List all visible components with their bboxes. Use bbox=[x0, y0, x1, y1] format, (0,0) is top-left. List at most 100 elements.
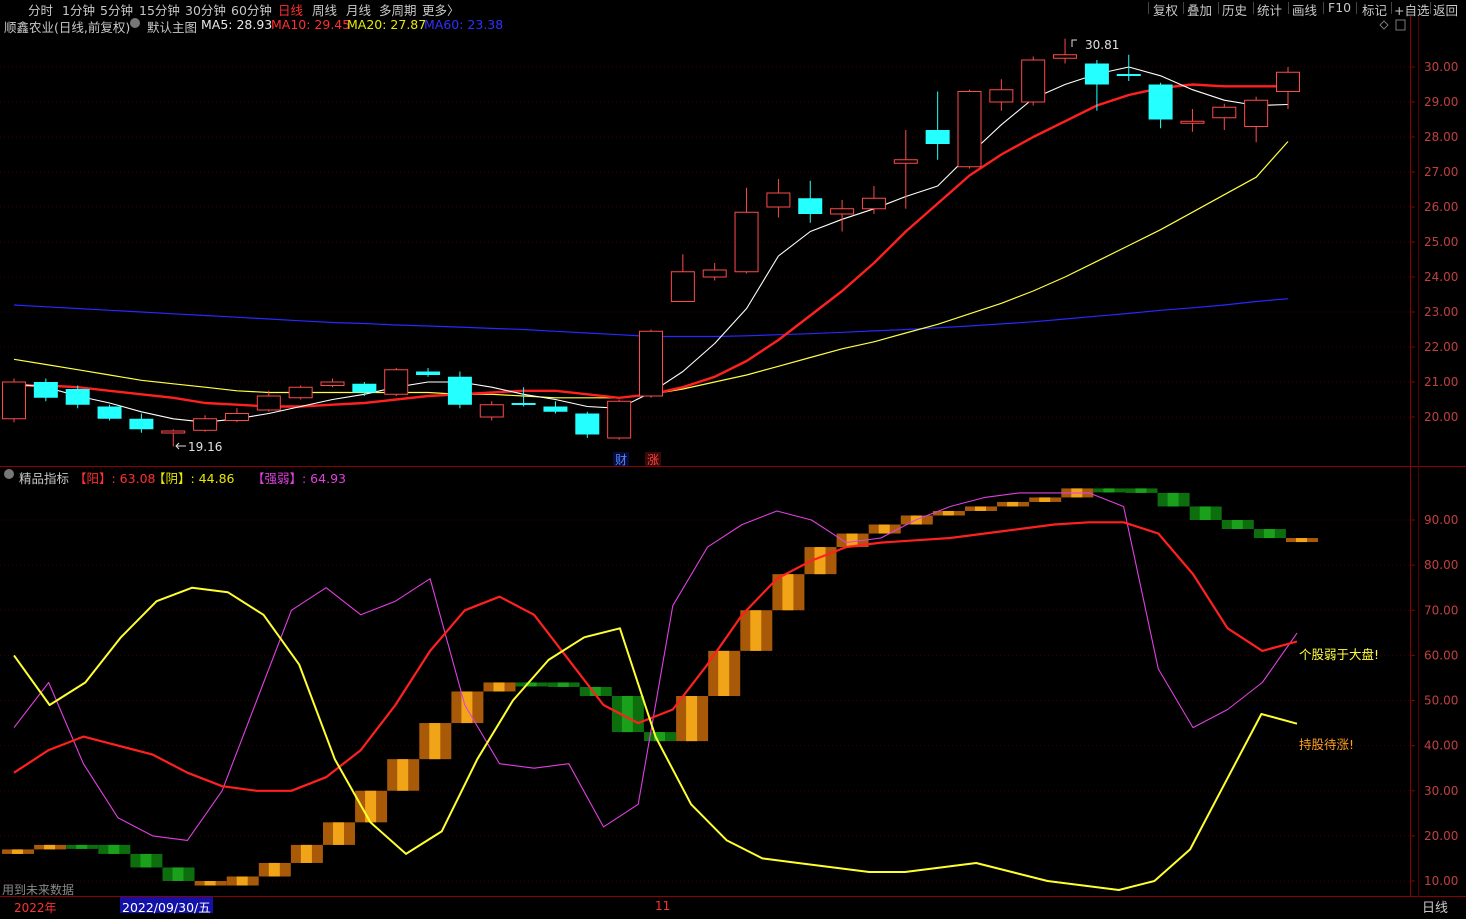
y-tick-label: 70.00 bbox=[1424, 603, 1458, 617]
block-up-highlight bbox=[268, 862, 280, 877]
y-tick-label: 28.00 bbox=[1424, 130, 1458, 144]
block-up-highlight bbox=[814, 547, 826, 575]
candle-body-up bbox=[1276, 71, 1300, 92]
candle-body-up bbox=[639, 330, 663, 397]
y-tick-label: 23.00 bbox=[1424, 305, 1458, 319]
block-up-highlight bbox=[718, 650, 730, 696]
block-up-highlight bbox=[204, 881, 216, 886]
period-indicator[interactable]: 日线 bbox=[1422, 897, 1448, 916]
block-down-highlight bbox=[1135, 488, 1147, 493]
candle-body-up bbox=[957, 91, 982, 168]
candle-body-up bbox=[288, 386, 313, 399]
block-up-highlight bbox=[236, 876, 248, 886]
candle-body-down bbox=[1148, 84, 1173, 120]
block-up-highlight bbox=[975, 506, 986, 511]
candle-body-up bbox=[893, 159, 918, 164]
chart-canvas[interactable]: 30.00 29.00 28.00 27.00 26.00 25.00 24.00 23.00… bbox=[0, 0, 1466, 919]
y-tick-label: 29.00 bbox=[1424, 95, 1458, 109]
block-down-highlight bbox=[557, 682, 569, 687]
candle-body-down bbox=[575, 413, 600, 435]
y-tick-label: 50.00 bbox=[1424, 694, 1458, 708]
candle-body-down bbox=[925, 130, 950, 144]
block-up-highlight bbox=[12, 849, 23, 854]
y-tick-label: 30.00 bbox=[1424, 60, 1458, 74]
y-tick-label: 40.00 bbox=[1424, 739, 1458, 753]
low-arrow-icon bbox=[175, 442, 186, 450]
qiangruo-line bbox=[13, 492, 1298, 841]
block-up-highlight bbox=[942, 510, 954, 516]
candle-body-up bbox=[670, 271, 695, 302]
candle-body-down bbox=[447, 376, 472, 405]
candle-body-up bbox=[1021, 59, 1046, 103]
y-tick-label: 30.00 bbox=[1424, 784, 1458, 798]
candle-body-up bbox=[2, 381, 26, 420]
candle-body-up bbox=[256, 395, 281, 411]
candle-body-up bbox=[702, 269, 727, 278]
candle-body-down bbox=[543, 406, 568, 412]
block-up-highlight bbox=[44, 844, 56, 850]
candle-body-up bbox=[1244, 99, 1269, 127]
candle-body-down bbox=[416, 371, 441, 375]
block-down-highlight bbox=[108, 844, 120, 854]
candle-body-down bbox=[1116, 74, 1141, 76]
year-label: 2022年 bbox=[14, 901, 57, 915]
finance-marker[interactable]: 财 bbox=[615, 453, 627, 467]
month-label: 11 bbox=[655, 899, 671, 913]
candle-body-up bbox=[766, 192, 791, 208]
block-up-highlight bbox=[782, 574, 794, 611]
candle-body-up bbox=[384, 369, 409, 395]
candle-body-down bbox=[352, 383, 377, 393]
candle-body-up bbox=[193, 418, 218, 431]
block-down-highlight bbox=[1103, 488, 1115, 493]
block-up-highlight bbox=[461, 691, 473, 724]
block-up-highlight bbox=[397, 759, 409, 791]
candle-body-down bbox=[65, 389, 90, 405]
candle-body-down bbox=[511, 403, 536, 405]
block-down-highlight bbox=[1263, 529, 1275, 539]
candle-body-up bbox=[734, 211, 759, 273]
cursor-date-label: 2022/09/30/五 bbox=[120, 897, 213, 915]
candle-body-up bbox=[830, 208, 855, 215]
block-down-highlight bbox=[1199, 506, 1211, 520]
y-tick-label: 20.00 bbox=[1424, 410, 1458, 424]
limit-up-marker[interactable]: 涨 bbox=[647, 452, 659, 467]
y-tick-label: 22.00 bbox=[1424, 340, 1458, 354]
candle-body-down bbox=[129, 418, 154, 430]
candle-body-up bbox=[161, 430, 186, 434]
block-up-highlight bbox=[333, 822, 344, 845]
candle-body-up bbox=[861, 197, 886, 210]
candle-body-up bbox=[989, 89, 1014, 103]
block-up-highlight bbox=[493, 682, 505, 692]
block-up-highlight bbox=[1039, 497, 1051, 502]
candle-body-down bbox=[33, 382, 58, 398]
block-down-highlight bbox=[1167, 492, 1179, 507]
y-tick-label: 80.00 bbox=[1424, 558, 1458, 572]
y-tick-label: 10.00 bbox=[1424, 874, 1458, 888]
block-up-highlight bbox=[429, 723, 441, 760]
block-up-highlight bbox=[686, 695, 698, 742]
window-resize-icon[interactable] bbox=[1395, 19, 1406, 31]
time-axis-footer: 2022年 2022/09/30/五 11 日线 bbox=[0, 897, 1466, 919]
yang-line bbox=[13, 521, 1298, 792]
hold-note: 持股待涨! bbox=[1299, 737, 1354, 752]
candle-body-down bbox=[798, 198, 823, 214]
low-price-label: 19.16 bbox=[188, 440, 222, 454]
future-data-note: 用到未来数据 bbox=[2, 883, 75, 897]
candle-body-down bbox=[1084, 63, 1109, 85]
y-tick-label: 20.00 bbox=[1424, 829, 1458, 843]
candle-body-up bbox=[607, 400, 632, 439]
candle-body-up bbox=[1212, 106, 1237, 119]
block-up-highlight bbox=[300, 844, 312, 863]
high-arrow-icon bbox=[1071, 39, 1077, 47]
diamond-icon[interactable] bbox=[1379, 20, 1389, 30]
block-up-highlight bbox=[878, 524, 890, 534]
block-down-highlight bbox=[76, 844, 88, 849]
y-tick-label: 25.00 bbox=[1424, 235, 1458, 249]
y-tick-label: 27.00 bbox=[1424, 165, 1458, 179]
block-down-highlight bbox=[1231, 520, 1243, 530]
candle-body-down bbox=[97, 406, 122, 419]
block-down-highlight bbox=[621, 695, 633, 733]
y-tick-label: 90.00 bbox=[1424, 513, 1458, 527]
block-down-highlight bbox=[140, 853, 152, 868]
candle-body-up bbox=[1180, 120, 1205, 124]
